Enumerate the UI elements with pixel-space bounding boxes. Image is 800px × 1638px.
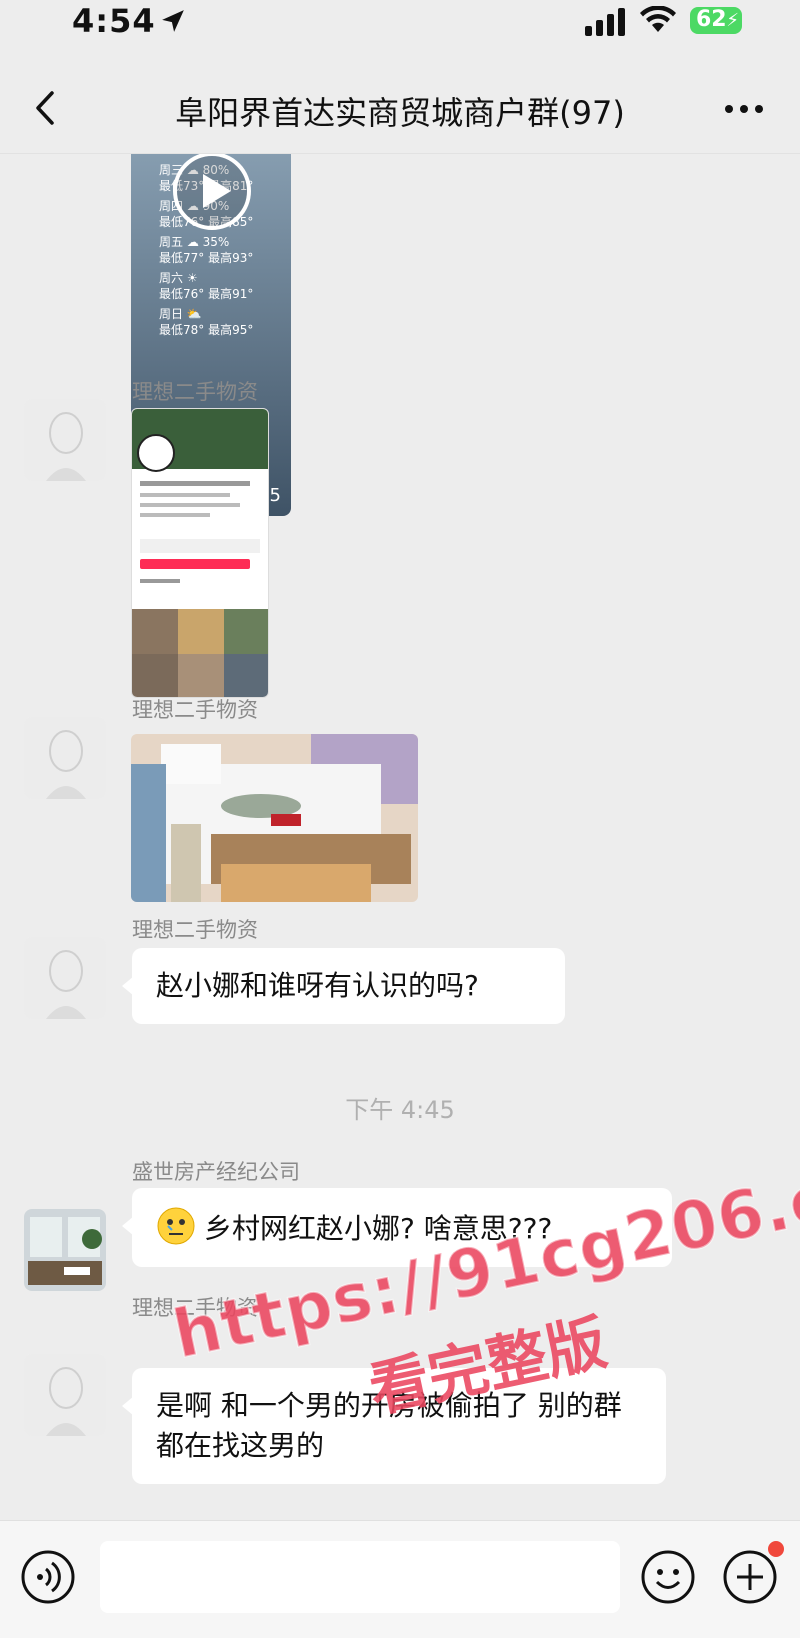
sketch-face-icon <box>24 937 106 1019</box>
battery-level: 62 <box>696 7 727 32</box>
avatar[interactable] <box>24 937 106 1019</box>
battery-indicator: 62 ⚡ <box>690 7 742 34</box>
sender-name: 理想二手物资 <box>132 380 258 404</box>
weather-row: 周日 ⛅ 最低78° 最高95° <box>159 307 254 337</box>
message-text: 乡村网红赵小娜? 啥意思??? <box>204 1212 553 1245</box>
notification-dot <box>768 1541 784 1557</box>
image-message[interactable] <box>131 408 269 698</box>
weather-row: 周五 ☁ 35% 最低77° 最高93° <box>159 235 254 265</box>
chat-header: 阜阳界首达实商贸城商户群(97) <box>0 60 800 154</box>
voice-input-icon[interactable] <box>20 1549 76 1605</box>
hotel-room-photo <box>131 734 418 902</box>
message-input[interactable] <box>100 1541 620 1613</box>
group-title: 阜阳界首达实商贸城商户群(97) <box>175 94 625 132</box>
time-separator: 下午 4:45 <box>345 1096 455 1124</box>
image-message[interactable] <box>131 734 418 902</box>
play-icon[interactable] <box>171 154 253 232</box>
sketch-face-icon <box>24 1354 106 1436</box>
charging-bolt-icon: ⚡ <box>726 10 739 31</box>
wifi-icon <box>640 6 676 32</box>
text-bubble[interactable]: 赵小娜和谁呀有认识的吗? <box>122 948 565 1024</box>
more-dots-icon[interactable] <box>724 104 764 114</box>
location-arrow-icon <box>162 10 184 32</box>
emoji-icon[interactable] <box>640 1549 696 1605</box>
cellular-signal-icon <box>585 8 625 36</box>
add-plus-icon[interactable] <box>722 1549 778 1605</box>
input-bar <box>0 1520 800 1638</box>
weather-row: 周六 ☀ 最低76° 最高91° <box>159 271 254 301</box>
avatar[interactable] <box>24 399 106 481</box>
avatar[interactable] <box>24 1354 106 1436</box>
sender-name: 盛世房产经纪公司 <box>132 1160 300 1184</box>
message-text: 是啊 和一个男的开房被偷拍了 别的群都在找这男的 <box>156 1389 622 1462</box>
awkward-face-emoji-icon <box>157 1207 195 1245</box>
status-time: 4:54 <box>72 2 156 40</box>
sketch-face-icon <box>24 717 106 799</box>
avatar[interactable] <box>24 717 106 799</box>
sender-name: 理想二手物资 <box>132 1296 258 1320</box>
status-bar: 4:54 62 ⚡ <box>0 0 800 46</box>
sender-name: 理想二手物资 <box>132 698 258 722</box>
profile-screenshot-image <box>132 409 268 697</box>
sender-name: 理想二手物资 <box>132 918 258 942</box>
sketch-face-icon <box>24 399 106 481</box>
text-bubble[interactable]: 是啊 和一个男的开房被偷拍了 别的群都在找这男的 <box>122 1368 666 1484</box>
text-bubble[interactable]: 乡村网红赵小娜? 啥意思??? <box>122 1188 672 1267</box>
message-text: 赵小娜和谁呀有认识的吗? <box>156 969 479 1002</box>
office-photo-icon <box>24 1209 106 1291</box>
message-list[interactable]: 周三 ☁ 80% 最低73° 最高81° 周四 ☁ 90% 最低76° 最高85… <box>0 154 800 1520</box>
avatar[interactable] <box>24 1209 106 1291</box>
